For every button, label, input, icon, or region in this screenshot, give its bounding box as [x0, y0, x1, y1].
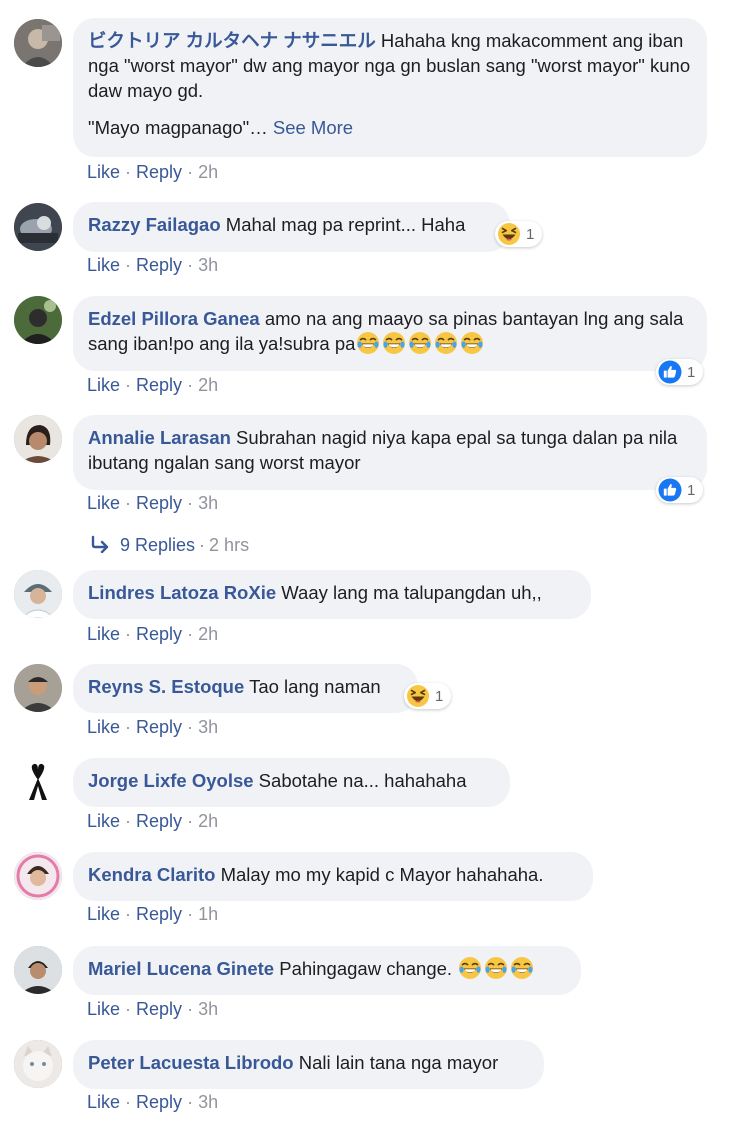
- comment-bubble: Peter Lacuesta Librodo Nali lain tana ng…: [73, 1040, 544, 1089]
- comment-author[interactable]: Lindres Latoza RoXie: [88, 582, 276, 603]
- tears-of-joy-icon: [356, 331, 380, 355]
- haha-icon: [497, 222, 521, 246]
- replies-count[interactable]: 9 Replies: [120, 535, 195, 555]
- avatar[interactable]: [14, 19, 62, 67]
- comment-time[interactable]: 2h: [198, 624, 218, 644]
- comment-actions: Like · Reply · 1h: [87, 904, 219, 924]
- like-button[interactable]: Like: [87, 904, 120, 924]
- reaction-count[interactable]: 1: [656, 359, 704, 385]
- view-replies-link[interactable]: 9 Replies · 2 hrs: [90, 532, 249, 558]
- like-icon: [658, 360, 682, 384]
- replies-time: 2 hrs: [209, 535, 250, 555]
- comment-author[interactable]: Reyns S. Estoque: [88, 676, 244, 697]
- avatar[interactable]: [14, 415, 62, 463]
- avatar[interactable]: [14, 946, 62, 994]
- reply-button[interactable]: Reply: [136, 375, 182, 395]
- comment-author[interactable]: Mariel Lucena Ginete: [88, 958, 274, 979]
- reply-arrow-icon: [91, 535, 109, 553]
- comment-actions: Like · Reply · 3h: [87, 1092, 219, 1112]
- comment-time[interactable]: 3h: [198, 1092, 218, 1112]
- comment-bubble: Jorge Lixfe Oyolse Sabotahe na... hahaha…: [73, 758, 510, 807]
- comment-bubble: Annalie Larasan Subrahan nagid niya kapa…: [73, 415, 707, 490]
- like-button[interactable]: Like: [87, 375, 120, 395]
- comment-actions: Like · Reply · 3h: [87, 717, 219, 737]
- avatar[interactable]: [14, 758, 62, 806]
- reply-button[interactable]: Reply: [136, 904, 182, 924]
- comment-author[interactable]: Edzel Pillora Ganea: [88, 308, 260, 329]
- comment-author[interactable]: Razzy Failagao: [88, 214, 221, 235]
- reply-button[interactable]: Reply: [136, 999, 182, 1019]
- tears-of-joy-icon: [484, 956, 508, 980]
- comment-bubble: Lindres Latoza RoXie Waay lang ma talupa…: [73, 570, 591, 619]
- reply-button[interactable]: Reply: [136, 162, 182, 182]
- comment-text: Pahingagaw change.: [274, 958, 458, 979]
- like-button[interactable]: Like: [87, 493, 120, 513]
- like-button[interactable]: Like: [87, 999, 120, 1019]
- comment-bubble: Razzy Failagao Mahal mag pa reprint... H…: [73, 202, 510, 252]
- see-more-link[interactable]: See More: [273, 117, 353, 138]
- like-button[interactable]: Like: [87, 162, 120, 182]
- comment-bubble: Reyns S. Estoque Tao lang naman: [73, 664, 418, 713]
- reaction-count[interactable]: 1: [404, 683, 452, 709]
- comment-time[interactable]: 2h: [198, 375, 218, 395]
- comment-author[interactable]: Annalie Larasan: [88, 427, 231, 448]
- comment-text: Sabotahe na... hahahaha: [253, 770, 467, 791]
- comment-actions: Like · Reply · 2h: [87, 624, 219, 644]
- comment-time[interactable]: 3h: [198, 999, 218, 1019]
- comment-bubble: Kendra Clarito Malay mo my kapid c Mayor…: [73, 852, 593, 901]
- reaction-count[interactable]: 1: [656, 477, 704, 503]
- avatar[interactable]: [14, 296, 62, 344]
- reaction-count[interactable]: 1: [495, 221, 543, 247]
- reply-button[interactable]: Reply: [136, 811, 182, 831]
- tears-of-joy-icon: [460, 331, 484, 355]
- comment-time[interactable]: 2h: [198, 811, 218, 831]
- comment-time[interactable]: 3h: [198, 717, 218, 737]
- comment-author[interactable]: Peter Lacuesta Librodo: [88, 1052, 294, 1073]
- comment-time[interactable]: 3h: [198, 493, 218, 513]
- comment-bubble: ビクトリア カルタヘナ ナサニエル Hahaha kng makacomment…: [73, 18, 707, 157]
- like-button[interactable]: Like: [87, 624, 120, 644]
- reply-button[interactable]: Reply: [136, 493, 182, 513]
- reply-button[interactable]: Reply: [136, 255, 182, 275]
- comment-text: Waay lang ma talupangdan uh,,: [276, 582, 542, 603]
- reply-button[interactable]: Reply: [136, 1092, 182, 1112]
- comment-time[interactable]: 3h: [198, 255, 218, 275]
- tears-of-joy-icon: [408, 331, 432, 355]
- comment-text-continued: "Mayo magpanago"…: [88, 117, 268, 138]
- tears-of-joy-icon: [434, 331, 458, 355]
- comment-text: Mahal mag pa reprint... Haha: [220, 214, 466, 235]
- comment-actions: Like · Reply · 2h: [87, 162, 219, 182]
- haha-icon: [406, 684, 430, 708]
- avatar[interactable]: [14, 203, 62, 251]
- comment-author[interactable]: Jorge Lixfe Oyolse: [88, 770, 254, 791]
- comment-author[interactable]: ビクトリア カルタヘナ ナサニエル: [88, 30, 376, 51]
- reply-button[interactable]: Reply: [136, 624, 182, 644]
- avatar[interactable]: [14, 1040, 62, 1088]
- like-button[interactable]: Like: [87, 1092, 120, 1112]
- avatar[interactable]: [14, 570, 62, 618]
- comment-text: Tao lang naman: [244, 676, 381, 697]
- like-icon: [658, 478, 682, 502]
- avatar[interactable]: [14, 852, 62, 900]
- tears-of-joy-icon: [458, 956, 482, 980]
- comment-actions: Like · Reply · 3h: [87, 999, 219, 1019]
- comment-actions: Like · Reply · 3h: [87, 255, 219, 275]
- comment-actions: Like · Reply · 2h: [87, 811, 219, 831]
- comment-bubble: Edzel Pillora Ganea amo na ang maayo sa …: [73, 296, 707, 371]
- comment-author[interactable]: Kendra Clarito: [88, 864, 215, 885]
- like-button[interactable]: Like: [87, 811, 120, 831]
- comment-actions: Like · Reply · 2h: [87, 375, 219, 395]
- comment-time[interactable]: 2h: [198, 162, 218, 182]
- comment-actions: Like · Reply · 3h: [87, 493, 219, 513]
- reply-button[interactable]: Reply: [136, 717, 182, 737]
- like-button[interactable]: Like: [87, 255, 120, 275]
- like-button[interactable]: Like: [87, 717, 120, 737]
- comment-time[interactable]: 1h: [198, 904, 218, 924]
- avatar[interactable]: [14, 664, 62, 712]
- comment-text: Malay mo my kapid c Mayor hahahaha.: [215, 864, 544, 885]
- tears-of-joy-icon: [382, 331, 406, 355]
- tears-of-joy-icon: [510, 956, 534, 980]
- comment-text: Nali lain tana nga mayor: [293, 1052, 499, 1073]
- comment-bubble: Mariel Lucena Ginete Pahingagaw change.: [73, 946, 581, 995]
